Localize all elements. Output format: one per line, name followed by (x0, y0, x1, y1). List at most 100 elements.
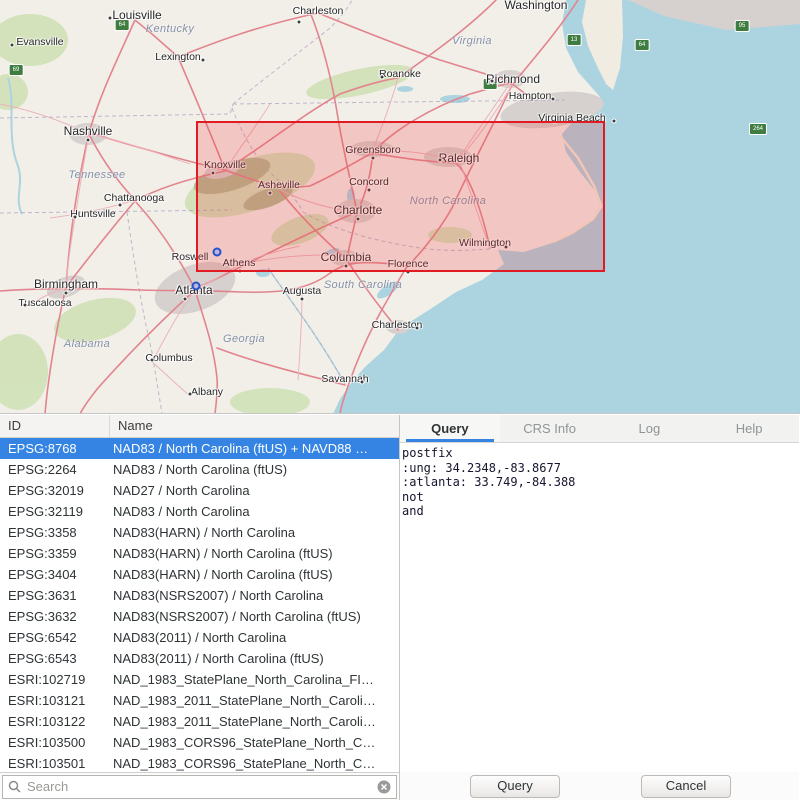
map-state-label: South Carolina (324, 279, 402, 291)
table-row[interactable]: EPSG:6543NAD83(2011) / North Carolina (f… (0, 648, 399, 669)
map-city-dot (73, 215, 78, 220)
map-state-label: North Carolina (410, 195, 487, 207)
cancel-button[interactable]: Cancel (641, 775, 731, 798)
map-state-label: Georgia (223, 333, 265, 345)
table-row[interactable]: EPSG:3359NAD83(HARN) / North Carolina (f… (0, 543, 399, 564)
map-city-dot (415, 326, 420, 331)
crs-id: ESRI:103121 (0, 693, 110, 708)
crs-name: NAD_1983_2011_StatePlane_North_Caroli… (110, 693, 399, 708)
table-row[interactable]: EPSG:32019NAD27 / North Carolina (0, 480, 399, 501)
map-city-dot (551, 97, 556, 102)
bottom-panel: IDName EPSG:8768NAD83 / North Carolina (… (0, 415, 800, 800)
map-city-dot (64, 291, 69, 296)
crs-name: NAD83(HARN) / North Carolina (110, 525, 399, 540)
table-row[interactable]: ESRI:103501NAD_1983_CORS96_StatePlane_No… (0, 753, 399, 772)
crs-name: NAD83(HARN) / North Carolina (ftUS) (110, 546, 399, 561)
crs-id: EPSG:3631 (0, 588, 110, 603)
map-city-label: Columbia (321, 250, 372, 264)
crs-name: NAD83(2011) / North Carolina (ftUS) (110, 651, 399, 666)
table-row[interactable]: EPSG:3404NAD83(HARN) / North Carolina (f… (0, 564, 399, 585)
crs-id: ESRI:103500 (0, 735, 110, 750)
table-row[interactable]: EPSG:3631NAD83(NSRS2007) / North Carolin… (0, 585, 399, 606)
map-city-label: Louisville (112, 8, 161, 22)
table-row[interactable]: EPSG:3358NAD83(HARN) / North Carolina (0, 522, 399, 543)
table-row[interactable]: ESRI:103122NAD_1983_2011_StatePlane_Nort… (0, 711, 399, 732)
map-city-label: Nashville (64, 124, 113, 138)
column-header-id[interactable]: ID (0, 415, 110, 437)
crs-id: ESRI:103122 (0, 714, 110, 729)
map-city-label: Asheville (258, 179, 300, 191)
tab-help[interactable]: Help (699, 415, 799, 442)
tab-bar: QueryCRS InfoLogHelp (400, 415, 799, 443)
clear-search-icon[interactable] (377, 780, 391, 794)
map-state-label: Kentucky (146, 23, 194, 35)
map-city-dot (23, 303, 28, 308)
search-bar (0, 772, 399, 800)
projpicker-window: Kentucky Virginia Tennessee North Carolina S… (0, 0, 800, 800)
table-row[interactable]: EPSG:2264NAD83 / North Carolina (ftUS) (0, 459, 399, 480)
tab-query[interactable]: Query (400, 415, 500, 442)
column-header-name[interactable]: Name (110, 415, 399, 437)
map-city-dot (344, 264, 349, 269)
table-row[interactable]: EPSG:6542NAD83(2011) / North Carolina (0, 627, 399, 648)
crs-id: ESRI:103501 (0, 756, 110, 771)
map-city-label: Chattanooga (104, 192, 164, 204)
map-city-dot (188, 392, 193, 397)
map-city-label: Albany (191, 386, 223, 398)
crs-id: EPSG:32019 (0, 483, 110, 498)
search-input[interactable] (2, 775, 397, 799)
crs-name: NAD27 / North Carolina (110, 483, 399, 498)
crs-id: EPSG:6543 (0, 651, 110, 666)
map-city-label: Roanoke (379, 68, 421, 80)
crs-id: ESRI:102719 (0, 672, 110, 687)
query-button[interactable]: Query (470, 775, 560, 798)
tab-log[interactable]: Log (600, 415, 700, 442)
map-view[interactable]: Kentucky Virginia Tennessee North Carolina S… (0, 0, 800, 414)
map-city-label: Washington (505, 0, 568, 12)
map-state-label: Virginia (452, 35, 492, 47)
tab-crs-info[interactable]: CRS Info (500, 415, 600, 442)
map-city-dot (150, 358, 155, 363)
map-city-label: Augusta (283, 285, 322, 297)
map-city-dot (183, 297, 188, 302)
map-state-label: Tennessee (68, 169, 125, 181)
crs-name: NAD_1983_2011_StatePlane_North_Caroli… (110, 714, 399, 729)
table-row[interactable]: EPSG:32119NAD83 / North Carolina (0, 501, 399, 522)
map-city-dot (438, 158, 443, 163)
query-point-marker (213, 248, 222, 257)
button-bar: Query Cancel (400, 772, 799, 800)
table-row[interactable]: EPSG:8768NAD83 / North Carolina (ftUS) +… (0, 438, 399, 459)
map-city-label: Athens (223, 257, 256, 269)
map-state-label: Alabama (64, 338, 110, 350)
table-row[interactable]: EPSG:3632NAD83(NSRS2007) / North Carolin… (0, 606, 399, 627)
map-city-dot (490, 79, 495, 84)
map-city-dot (504, 245, 509, 250)
crs-name: NAD83 / North Carolina (110, 504, 399, 519)
crs-id: EPSG:2264 (0, 462, 110, 477)
map-city-label: Virginia Beach (538, 112, 606, 124)
map-city-label: Birmingham (34, 277, 98, 291)
query-panel: QueryCRS InfoLogHelp postfix :ung: 34.23… (400, 415, 799, 800)
map-city-dot (367, 188, 372, 193)
crs-table-body[interactable]: EPSG:8768NAD83 / North Carolina (ftUS) +… (0, 438, 399, 772)
map-city-label: Florence (388, 258, 429, 270)
crs-name: NAD83(HARN) / North Carolina (ftUS) (110, 567, 399, 582)
map-city-dot (268, 191, 273, 196)
crs-name: NAD83(NSRS2007) / North Carolina (ftUS) (110, 609, 399, 624)
map-city-label: Charlotte (334, 203, 383, 217)
map-city-dot (238, 269, 243, 274)
table-row[interactable]: ESRI:102719NAD_1983_StatePlane_North_Car… (0, 669, 399, 690)
query-point-marker (192, 282, 201, 291)
crs-name: NAD83 / North Carolina (ftUS) (110, 462, 399, 477)
table-row[interactable]: ESRI:103500NAD_1983_CORS96_StatePlane_No… (0, 732, 399, 753)
table-row[interactable]: ESRI:103121NAD_1983_2011_StatePlane_Nort… (0, 690, 399, 711)
crs-table-header: IDName (0, 415, 399, 438)
map-city-dot (201, 58, 206, 63)
map-city-dot (300, 297, 305, 302)
map-city-dot (86, 138, 91, 143)
crs-list-panel: IDName EPSG:8768NAD83 / North Carolina (… (0, 415, 400, 800)
map-city-dot (406, 270, 411, 275)
query-editor[interactable]: postfix :ung: 34.2348,-83.8677 :atlanta:… (400, 443, 799, 772)
crs-name: NAD_1983_CORS96_StatePlane_North_C… (110, 735, 399, 750)
crs-name: NAD_1983_CORS96_StatePlane_North_C… (110, 756, 399, 771)
